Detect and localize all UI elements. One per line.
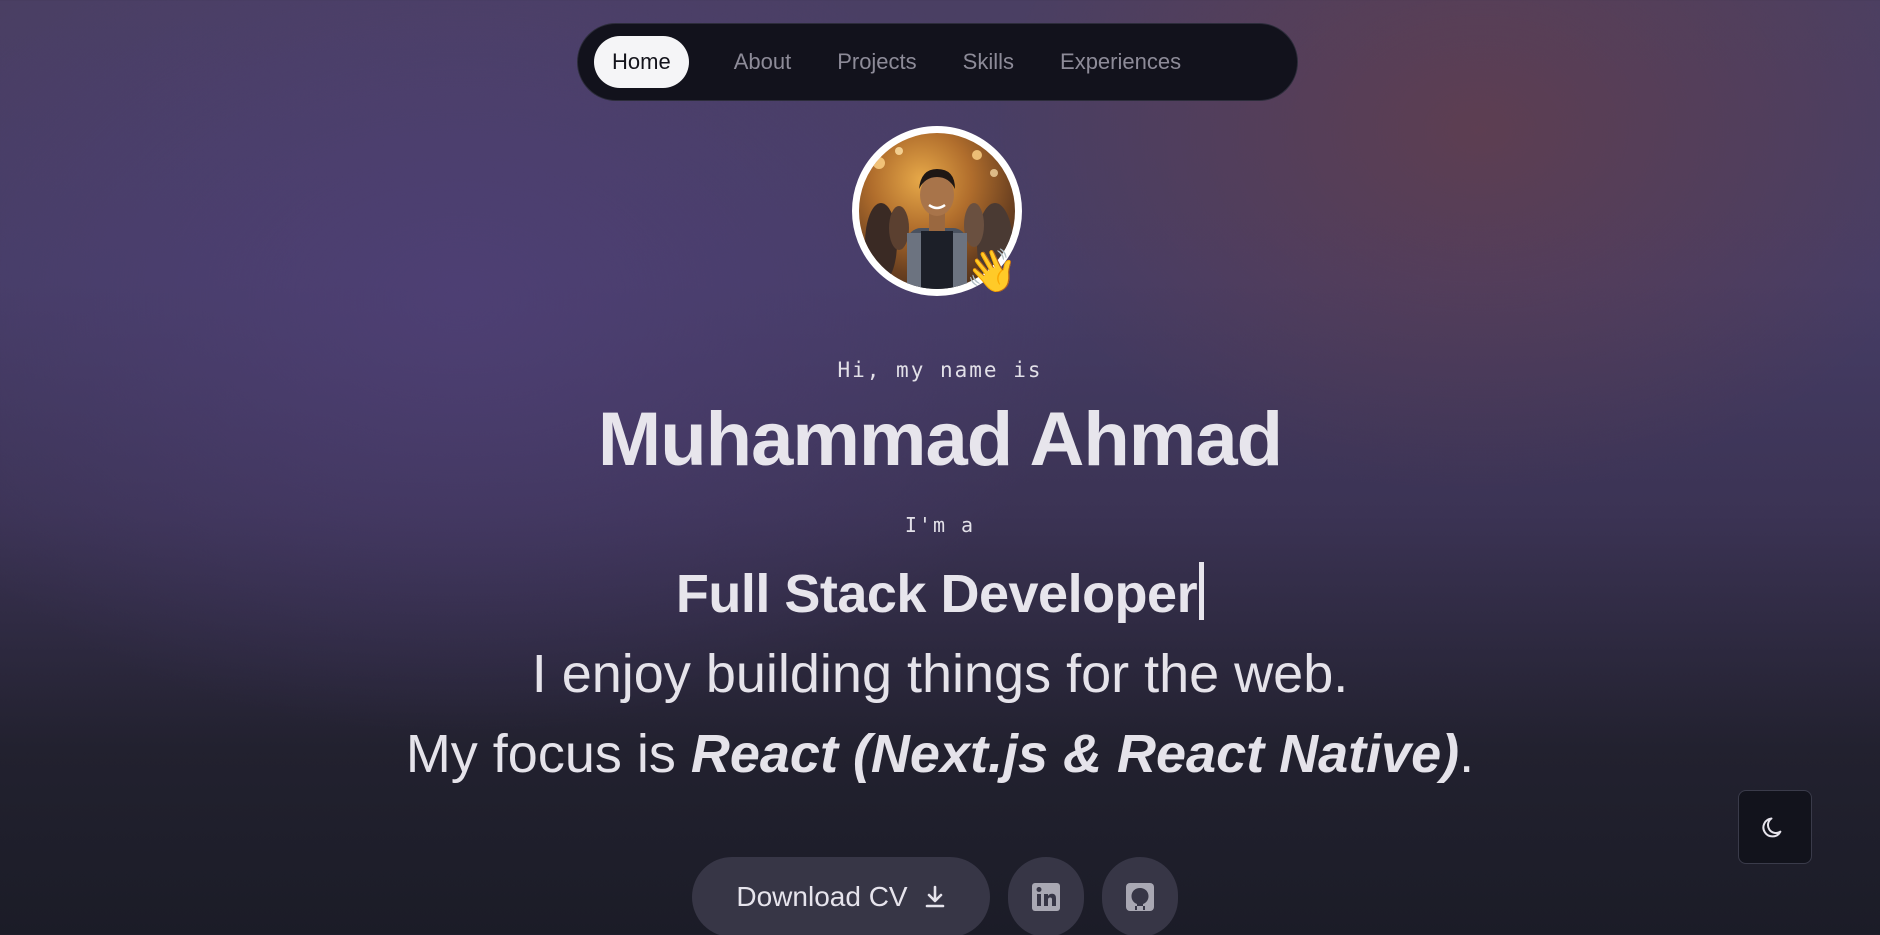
theme-toggle-button[interactable] <box>1738 790 1812 864</box>
role-text: Full Stack Developer <box>675 564 1198 624</box>
moon-icon <box>1762 817 1782 838</box>
tagline-line-1: I enjoy building things for the web. <box>531 644 1349 704</box>
download-icon <box>925 885 944 908</box>
nav-home[interactable]: Home <box>594 36 689 88</box>
top-nav: Home About Projects Skills Experiences <box>577 23 1298 101</box>
focus-suffix: . <box>1459 724 1475 784</box>
im-a-text: I'm a <box>904 513 976 537</box>
avatar-container: 👋 <box>852 126 1022 296</box>
greeting-text: Hi, my name is <box>837 358 1043 382</box>
hero-name: Muhammad Ahmad <box>597 397 1283 482</box>
nav-skills[interactable]: Skills <box>946 36 1031 88</box>
linkedin-button[interactable] <box>1008 857 1084 935</box>
download-cv-button[interactable]: Download CV <box>692 857 990 935</box>
github-icon <box>1126 883 1154 911</box>
nav-experiences[interactable]: Experiences <box>1043 36 1198 88</box>
wave-hand-icon: 👋 <box>965 247 1018 294</box>
github-button[interactable] <box>1102 857 1178 935</box>
focus-emphasis: React (Next.js & React Native) <box>690 724 1460 784</box>
typing-cursor <box>1199 562 1205 620</box>
tagline-line-2: My focus is React (Next.js & React Nativ… <box>0 723 1880 785</box>
nav-about[interactable]: About <box>717 36 809 88</box>
role-headline: Full Stack Developer <box>0 562 1880 625</box>
linkedin-icon <box>1032 883 1060 911</box>
download-cv-label: Download CV <box>736 881 908 912</box>
focus-prefix: My focus is <box>405 724 691 784</box>
nav-projects[interactable]: Projects <box>820 36 933 88</box>
